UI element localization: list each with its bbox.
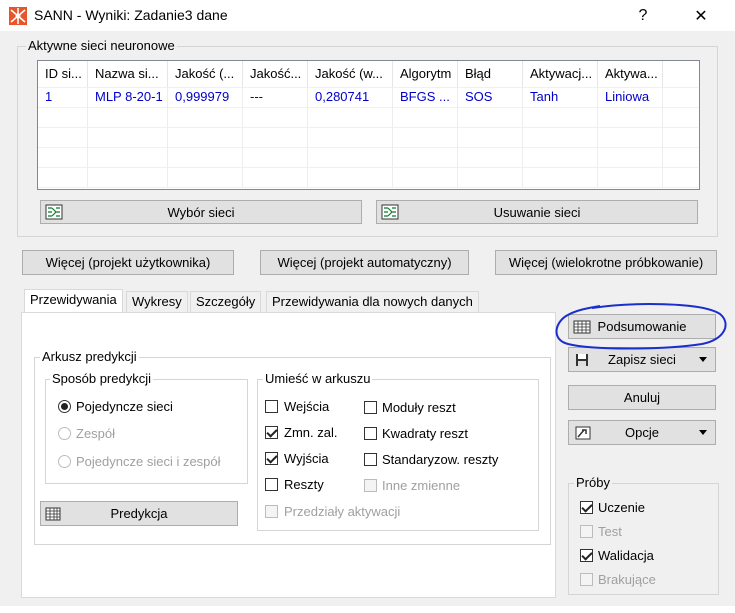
sann-app-icon [9,7,27,25]
checkbox-abs-residuals[interactable] [364,401,377,414]
col-header[interactable]: Aktywacj... [523,61,598,87]
col-header[interactable]: Algorytm [393,61,458,87]
col-header[interactable]: ID si... [38,61,88,87]
prediction-method-title: Sposób predykcji [50,371,153,386]
spreadsheet-icon [45,507,61,521]
networks-list[interactable]: ID si... Nazwa si... Jakość (... Jakość.… [37,60,700,190]
table-row-empty [38,147,698,168]
checkbox-activation-intervals [265,505,278,518]
col-header[interactable]: Jakość... [243,61,308,87]
window-bottom-edge [0,606,735,613]
more-auto-design-button[interactable]: Więcej (projekt automatyczny) [260,250,469,275]
cancel-button[interactable]: Anuluj [568,385,716,410]
checkbox-inputs[interactable] [265,400,278,413]
radio-single-and-ensemble [58,455,71,468]
checkbox-training[interactable] [580,501,593,514]
checkbox-test [580,525,593,538]
tab-new-data-predictions[interactable]: Przewidywania dla nowych danych [266,291,479,313]
options-button[interactable]: Opcje [568,420,716,445]
cell-quality-train: 0,999979 [168,87,243,107]
networks-header: ID si... Nazwa si... Jakość (... Jakość.… [38,61,698,88]
checkbox-training-label[interactable]: Uczenie [598,500,645,515]
cell-activation-hidden: Tanh [523,87,598,107]
network-select-icon [45,204,63,220]
checkbox-residuals-label[interactable]: Reszty [284,477,324,492]
chevron-down-icon [699,430,707,435]
more-user-design-button[interactable]: Więcej (projekt użytkownika) [22,250,234,275]
table-row-empty [38,107,698,128]
checkbox-other-vars-label: Inne zmienne [382,478,461,493]
checkbox-standardized-residuals[interactable] [364,453,377,466]
help-button[interactable]: ? [620,0,666,31]
checkbox-validation[interactable] [580,549,593,562]
samples-title: Próby [574,475,612,490]
col-header[interactable]: Jakość (w... [308,61,393,87]
checkbox-outputs[interactable] [265,452,278,465]
chevron-down-icon [699,357,707,362]
checkbox-missing-label: Brakujące [598,572,656,587]
place-in-sheet-title: Umieść w arkuszu [263,371,373,386]
floppy-disk-icon [576,354,588,366]
predict-button[interactable]: Predykcja [40,501,238,526]
window-title: SANN - Wyniki: Zadanie3 dane [34,7,228,23]
radio-single-networks[interactable] [58,400,71,413]
checkbox-test-label: Test [598,524,622,539]
checkbox-outputs-label[interactable]: Wyjścia [284,451,329,466]
cell-algorithm: BFGS ... [393,87,458,107]
table-row[interactable]: 1 MLP 8-20-1 0,999979 --- 0,280741 BFGS … [38,87,698,108]
col-header[interactable]: Nazwa si... [88,61,168,87]
cell-id: 1 [38,87,88,107]
more-resampling-button[interactable]: Więcej (wielokrotne próbkowanie) [495,250,717,275]
prediction-sheet-title: Arkusz predykcji [40,349,139,364]
active-networks-title: Aktywne sieci neuronowe [26,38,177,53]
col-header[interactable]: Aktywa... [598,61,663,87]
tab-details[interactable]: Szczegóły [190,291,262,313]
col-header[interactable]: Jakość (... [168,61,243,87]
radio-ensemble [58,427,71,440]
annotation-circle [555,303,727,350]
checkbox-missing [580,573,593,586]
checkbox-squared-residuals-label[interactable]: Kwadraty reszt [382,426,468,441]
checkbox-other-vars [364,479,377,492]
options-label: Opcje [625,425,659,440]
checkbox-standardized-residuals-label[interactable]: Standaryzow. reszty [382,452,498,467]
checkbox-dependent-vars-label[interactable]: Zmn. zal. [284,425,337,440]
remove-network-button[interactable]: Usuwanie sieci [376,200,698,224]
checkbox-squared-residuals[interactable] [364,427,377,440]
cell-quality-test: --- [243,87,308,107]
select-network-button[interactable]: Wybór sieci [40,200,362,224]
cell-quality-valid: 0,280741 [308,87,393,107]
radio-single-networks-label[interactable]: Pojedyncze sieci [76,399,173,414]
col-header[interactable]: Błąd [458,61,523,87]
cell-activation-output: Liniowa [598,87,663,107]
table-row-empty [38,167,698,188]
radio-single-and-ensemble-label: Pojedyncze sieci i zespół [76,454,221,469]
checkbox-residuals[interactable] [265,478,278,491]
cell-error: SOS [458,87,523,107]
remove-network-label: Usuwanie sieci [493,204,581,220]
checkbox-validation-label[interactable]: Walidacja [598,548,654,563]
close-button[interactable]: ✕ [678,0,724,31]
title-bar: SANN - Wyniki: Zadanie3 dane ? ✕ [0,0,735,31]
options-icon [575,426,591,440]
checkbox-abs-residuals-label[interactable]: Moduły reszt [382,400,456,415]
checkbox-activation-intervals-label: Przedziały aktywacji [284,504,401,519]
save-networks-label: Zapisz sieci [608,352,676,367]
radio-ensemble-label: Zespół [76,426,116,441]
checkbox-dependent-vars[interactable] [265,426,278,439]
predict-button-label: Predykcja [110,506,168,521]
tab-predictions[interactable]: Przewidywania [24,289,123,313]
table-row-empty [38,127,698,148]
tab-charts[interactable]: Wykresy [126,291,188,313]
select-network-label: Wybór sieci [167,204,235,220]
network-remove-icon [381,204,399,220]
cell-name: MLP 8-20-1 [88,87,168,107]
checkbox-inputs-label[interactable]: Wejścia [284,399,329,414]
